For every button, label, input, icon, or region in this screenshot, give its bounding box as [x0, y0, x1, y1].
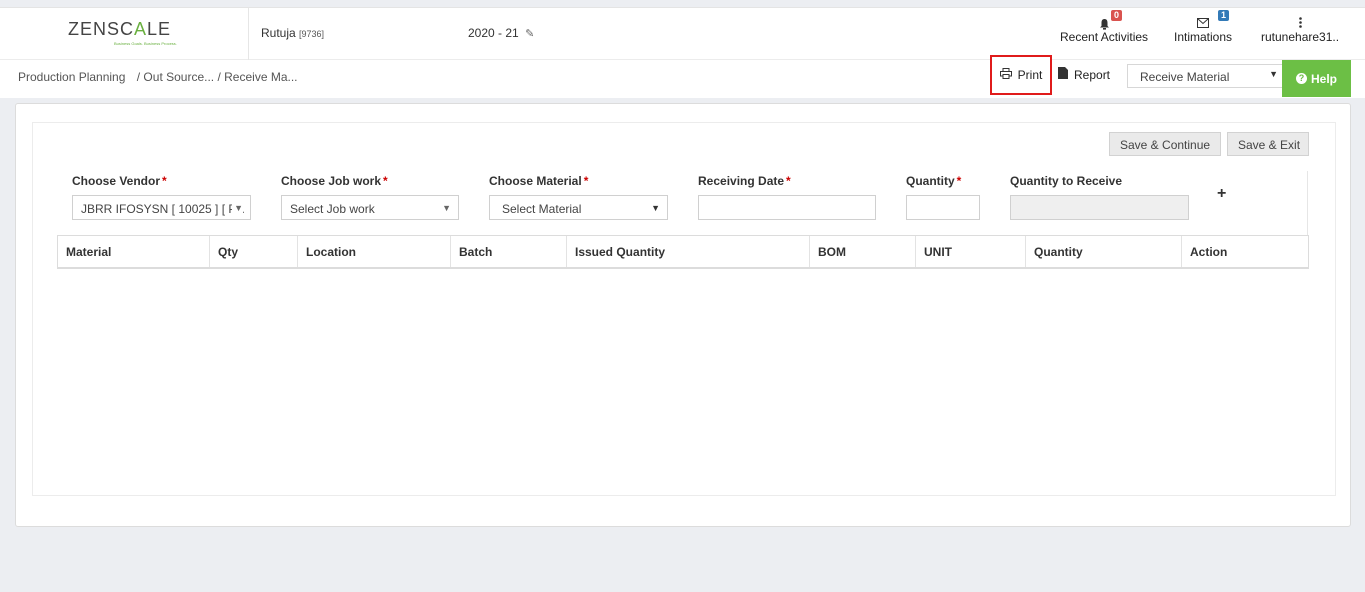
qty-to-receive-label: Quantity to Receive: [1010, 174, 1123, 188]
intimations-label: Intimations: [1174, 30, 1233, 44]
col-header-unit[interactable]: UNIT: [916, 236, 1026, 267]
jobwork-select-value: Select Job work: [290, 202, 375, 216]
edit-icon[interactable]: ✎: [525, 28, 534, 40]
user-id: [9736]: [299, 29, 325, 39]
col-header-quantity[interactable]: Quantity: [1026, 236, 1182, 267]
help-label: Help: [1310, 71, 1337, 86]
top-header: ZENSCALE Business Goals. Business Proces…: [0, 7, 1365, 60]
intimations-badge: 1: [1218, 10, 1230, 21]
help-button[interactable]: ? Help: [1282, 60, 1351, 97]
recent-activities-badge: 0: [1111, 10, 1123, 21]
quantity-input[interactable]: [906, 195, 980, 220]
page-select[interactable]: Receive Material ▼: [1127, 64, 1283, 88]
caret-down-icon: ▼: [232, 203, 243, 213]
save-exit-button[interactable]: Save & Exit: [1227, 132, 1309, 156]
jobwork-label: Choose Job work *: [281, 174, 388, 188]
zenscale-logo[interactable]: ZENSCALE Business Goals. Business Proces…: [68, 19, 180, 46]
logo-tagline: Business Goals. Business Process.: [114, 41, 177, 46]
add-row-button[interactable]: +: [1217, 185, 1226, 203]
plus-icon: +: [1217, 185, 1227, 202]
col-header-material[interactable]: Material: [58, 236, 210, 267]
vendor-select[interactable]: JBRR IFOSYSN [ 10025 ] [ P... ▼: [72, 195, 251, 220]
bell-icon: 0: [1060, 10, 1148, 30]
user-name: Rutuja: [261, 26, 296, 40]
recent-activities-button[interactable]: 0 Recent Activities: [1060, 10, 1149, 44]
intimations-button[interactable]: 1 Intimations: [1174, 10, 1233, 44]
breadcrumb-root[interactable]: Production Planning: [18, 70, 125, 84]
form-panel: [32, 122, 1336, 496]
report-button[interactable]: Report: [1058, 67, 1110, 82]
report-label: Report: [1074, 67, 1111, 82]
financial-year[interactable]: 2020 - 21 ✎: [468, 26, 534, 40]
col-header-batch[interactable]: Batch: [451, 236, 567, 267]
recent-activities-label: Recent Activities: [1060, 30, 1149, 44]
caret-down-icon: ▼: [651, 203, 660, 213]
financial-year-value: 2020 - 21: [468, 26, 519, 40]
logo-wordmark: ZENSCALE: [68, 19, 172, 39]
vendor-select-value: JBRR IFOSYSN [ 10025 ] [ P...: [81, 202, 245, 216]
col-header-qty[interactable]: Qty: [210, 236, 298, 267]
vendor-label: Choose Vendor *: [72, 174, 167, 188]
form-divider: [1307, 171, 1308, 235]
material-label: Choose Material *: [489, 174, 589, 188]
caret-down-icon: ▼: [442, 203, 451, 213]
material-table-header: Material Qty Location Batch Issued Quant…: [57, 235, 1309, 269]
file-icon: [1058, 67, 1068, 82]
col-header-location[interactable]: Location: [298, 236, 451, 267]
account-name: rutunehare31..: [1261, 30, 1340, 44]
print-button[interactable]: Print: [990, 55, 1052, 95]
question-circle-icon: ?: [1295, 73, 1307, 84]
envelope-icon: 1: [1174, 10, 1232, 30]
qty-to-receive-input: [1010, 195, 1189, 220]
account-menu[interactable]: rutunehare31..: [1261, 14, 1339, 44]
caret-down-icon: ▼: [1269, 69, 1278, 79]
print-label: Print: [1017, 68, 1043, 82]
current-user: Rutuja [9736]: [261, 26, 324, 40]
material-select[interactable]: Select Material ▼: [489, 195, 668, 220]
material-select-value: Select Material: [502, 202, 582, 216]
quantity-label: Quantity *: [906, 174, 962, 188]
breadcrumb-trail[interactable]: / Out Source... / Receive Ma...: [137, 70, 298, 84]
receiving-date-label: Receiving Date *: [698, 174, 791, 188]
col-header-issued-quantity[interactable]: Issued Quantity: [567, 236, 810, 267]
jobwork-select[interactable]: Select Job work ▼: [281, 195, 459, 220]
page-select-value: Receive Material: [1140, 70, 1230, 84]
vertical-dots-icon: [1261, 14, 1339, 30]
breadcrumb: Production Planning / Out Source... / Re…: [18, 70, 298, 84]
printer-icon: [999, 68, 1012, 82]
main-card: [15, 103, 1351, 527]
header-divider: [248, 8, 249, 60]
receiving-date-input[interactable]: [698, 195, 876, 220]
col-header-action[interactable]: Action: [1182, 236, 1308, 267]
save-continue-button[interactable]: Save & Continue: [1109, 132, 1221, 156]
col-header-bom[interactable]: BOM: [810, 236, 916, 267]
